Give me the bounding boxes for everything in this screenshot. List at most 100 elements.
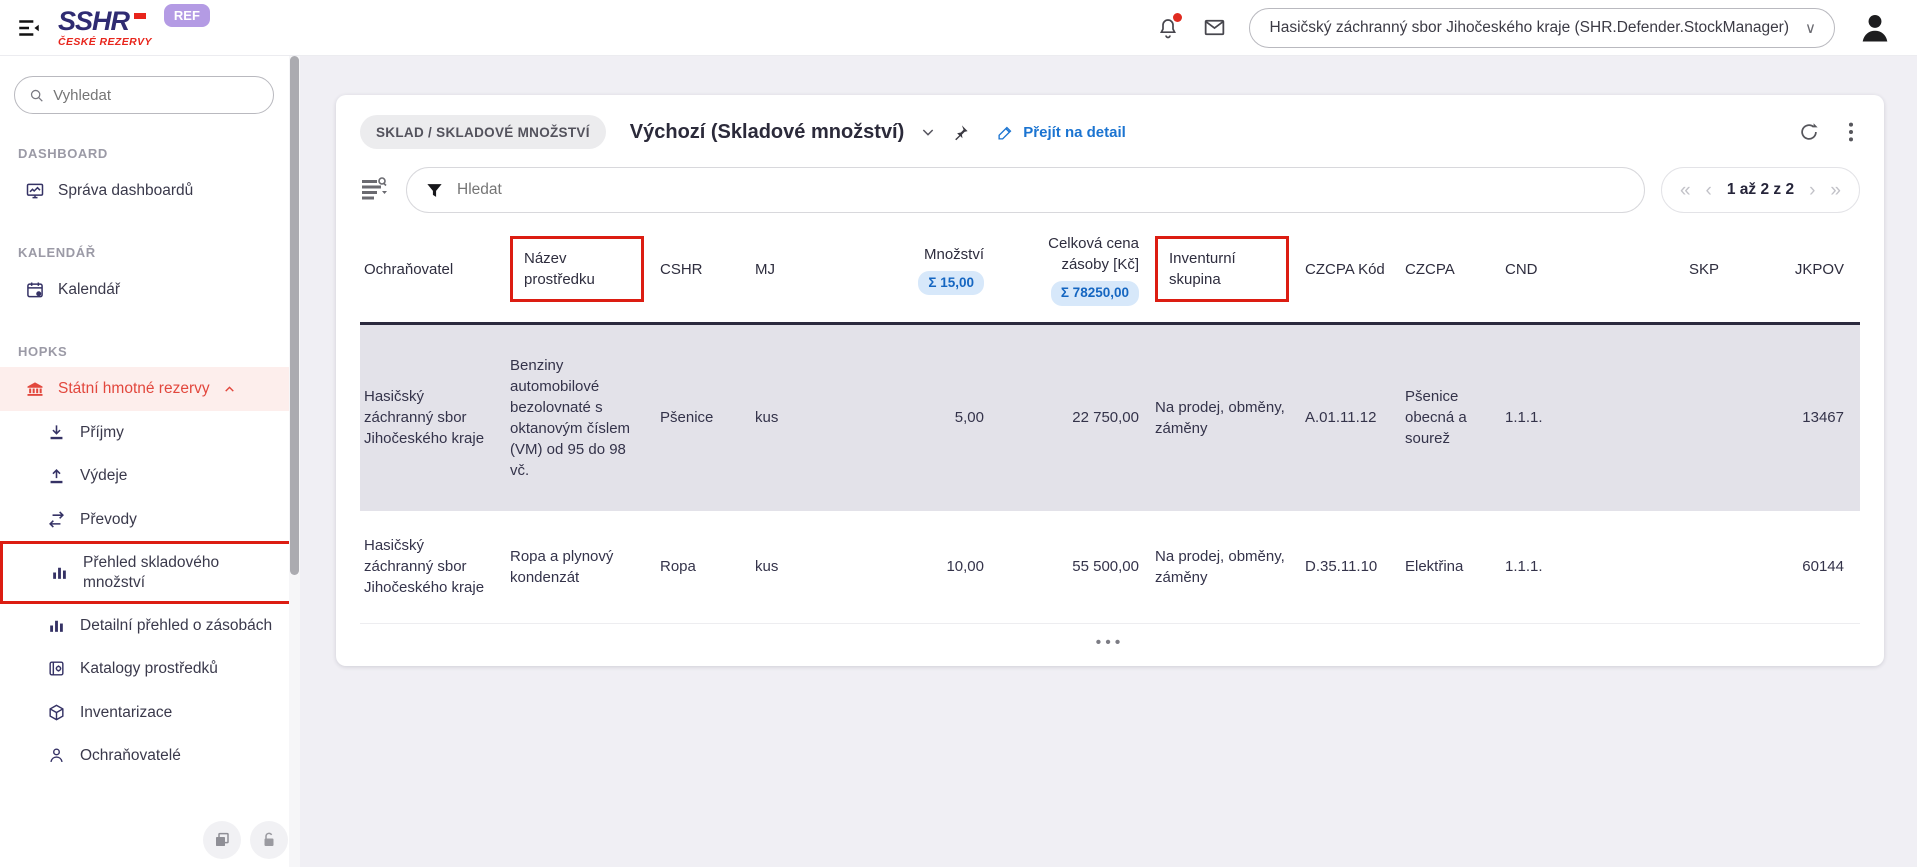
- sidebar-search-input[interactable]: [53, 87, 259, 104]
- pencil-icon: [997, 124, 1014, 141]
- refresh-icon: [1798, 121, 1820, 143]
- sidebar-search[interactable]: [14, 76, 274, 114]
- sidebar-section-kalendar: KALENDÁŘ: [18, 245, 300, 260]
- annotation-box-inventurni-skupina: Inventurní skupina: [1155, 236, 1289, 302]
- sidebar-item-prehled-skladoveho-mnozstvi[interactable]: Přehled skladového množství: [0, 541, 297, 604]
- lock-button[interactable]: [250, 821, 288, 859]
- environment-badge: REF: [164, 4, 210, 27]
- sidebar-item-prijmy[interactable]: Příjmy: [0, 411, 300, 454]
- sidebar-section-hopks: HOPKS: [18, 344, 300, 359]
- more-rows-indicator: •••: [360, 623, 1860, 660]
- chevron-up-icon: [223, 383, 236, 396]
- column-header-czcpa-kod[interactable]: CZCPA Kód: [1305, 259, 1405, 280]
- sidebar-item-vydeje[interactable]: Výdeje: [0, 454, 300, 497]
- go-to-detail-link[interactable]: Přejít na detail: [997, 124, 1126, 141]
- main-content: SKLAD / SKLADOVÉ MNOŽSTVÍ Výchozí (Sklad…: [300, 56, 1917, 867]
- context-role-label: Hasičský záchranný sbor Jihočeského kraj…: [1270, 19, 1789, 37]
- bar-chart-icon: [46, 616, 67, 635]
- notifications-button[interactable]: [1156, 16, 1180, 40]
- sidebar-item-label: Přehled skladového množství: [83, 553, 284, 592]
- pagination-first-button[interactable]: «: [1680, 181, 1691, 200]
- table-search[interactable]: [406, 167, 1645, 213]
- sidebar-item-sprava-dashboardu[interactable]: Správa dashboardů: [0, 169, 300, 213]
- sum-badge-cena: Σ 78250,00: [1051, 281, 1139, 306]
- copy-icon: [213, 831, 231, 849]
- sidebar-item-ochranovatele[interactable]: Ochraňovatelé: [0, 734, 300, 777]
- sidebar-collapse-button[interactable]: [16, 15, 42, 41]
- table-header-row: Ochraňovatel Název prostředku CSHR MJ Mn…: [360, 225, 1860, 325]
- view-selector-button[interactable]: [920, 124, 936, 140]
- pagination-next-button[interactable]: ›: [1809, 181, 1815, 200]
- user-menu-button[interactable]: [1857, 10, 1893, 46]
- pin-icon: [952, 124, 969, 141]
- cell-mj: kus: [755, 407, 835, 428]
- kebab-menu-icon: [1848, 121, 1854, 143]
- sidebar-item-inventarizace[interactable]: Inventarizace: [0, 691, 300, 734]
- column-header-label: Množství: [835, 244, 984, 265]
- notification-dot: [1173, 13, 1182, 22]
- column-header-inventurni-skupina[interactable]: Inventurní skupina: [1155, 236, 1305, 302]
- table-search-input[interactable]: [457, 181, 1626, 199]
- logo-subtitle: ČESKÉ REZERVY: [58, 37, 152, 48]
- column-header-label: Celková cena zásoby [Kč]: [1000, 233, 1139, 275]
- bank-icon: [24, 379, 45, 399]
- more-options-button[interactable]: [1848, 121, 1854, 143]
- sidebar-scrollbar[interactable]: [289, 56, 300, 867]
- breadcrumb[interactable]: SKLAD / SKLADOVÉ MNOŽSTVÍ: [360, 115, 606, 149]
- inventory-box-icon: [46, 703, 67, 722]
- column-header-ochranovatel[interactable]: Ochraňovatel: [360, 259, 510, 280]
- page-title: Výchozí (Skladové množství): [630, 121, 905, 144]
- column-header-czcpa[interactable]: CZCPA: [1405, 259, 1505, 280]
- cell-cena: 22 750,00: [1000, 407, 1155, 428]
- column-header-celkova-cena[interactable]: Celková cena zásoby [Kč] Σ 78250,00: [1000, 233, 1155, 306]
- column-header-jkpov[interactable]: JKPOV: [1735, 259, 1860, 280]
- stock-table: Ochraňovatel Název prostředku CSHR MJ Mn…: [360, 225, 1860, 660]
- column-header-mnozstvi[interactable]: Množství Σ 15,00: [835, 244, 1000, 296]
- sidebar-scrollbar-thumb[interactable]: [290, 56, 299, 575]
- pagination-last-button[interactable]: »: [1830, 181, 1841, 200]
- table-row[interactable]: Hasičský záchranný sbor Jihočeského kraj…: [360, 511, 1860, 623]
- download-tray-icon: [46, 423, 67, 442]
- sidebar-item-label: Ochraňovatelé: [80, 746, 181, 765]
- sidebar-floating-buttons: [203, 821, 288, 859]
- cell-ochranovatel: Hasičský záchranný sbor Jihočeského kraj…: [360, 535, 510, 598]
- copy-button[interactable]: [203, 821, 241, 859]
- cell-cena: 55 500,00: [1000, 556, 1155, 577]
- envelope-icon: [1202, 15, 1227, 40]
- cell-nazev: Benziny automobilové bezolovnaté s oktan…: [510, 355, 660, 481]
- messages-button[interactable]: [1202, 15, 1227, 40]
- sidebar-item-statni-hmotne-rezervy[interactable]: Státní hmotné rezervy: [0, 367, 300, 411]
- cell-jkpov: 13467: [1735, 407, 1860, 428]
- column-header-skp[interactable]: SKP: [1585, 259, 1735, 280]
- column-header-cshr[interactable]: CSHR: [660, 259, 755, 280]
- pagination-prev-button[interactable]: ‹: [1706, 181, 1712, 200]
- table-row[interactable]: Hasičský záchranný sbor Jihočeského kraj…: [360, 325, 1860, 511]
- app-logo: SSHR ČESKÉ REZERVY: [58, 8, 152, 48]
- sidebar-item-kalendar[interactable]: Kalendář: [0, 268, 300, 312]
- sidebar-item-label: Detailní přehled o zásobách: [80, 616, 272, 635]
- sidebar-item-prevody[interactable]: Převody: [0, 498, 300, 541]
- search-icon: [29, 87, 44, 104]
- annotation-box-nazev-prostredku: Název prostředku: [510, 236, 644, 302]
- context-role-selector[interactable]: Hasičský záchranný sbor Jihočeského kraj…: [1249, 8, 1835, 48]
- column-header-mj[interactable]: MJ: [755, 259, 835, 280]
- cell-czcpa: Elektřina: [1405, 556, 1505, 577]
- logo-text: SSHR: [58, 8, 152, 35]
- column-settings-button[interactable]: [360, 176, 390, 204]
- sidebar: DASHBOARD Správa dashboardů KALENDÁŘ Kal…: [0, 56, 300, 867]
- calendar-icon: [24, 280, 45, 300]
- cell-ochranovatel: Hasičský záchranný sbor Jihočeského kraj…: [360, 386, 510, 449]
- column-header-cnd[interactable]: CND: [1505, 259, 1585, 280]
- cell-jkpov: 60144: [1735, 556, 1860, 577]
- sidebar-item-label: Katalogy prostředků: [80, 659, 218, 678]
- sidebar-item-detailni-prehled-o-zasobach[interactable]: Detailní přehled o zásobách: [0, 604, 300, 647]
- column-header-nazev-prostredku[interactable]: Název prostředku: [510, 236, 660, 302]
- sidebar-item-label: Převody: [80, 510, 137, 529]
- sidebar-item-katalogy-prostredku[interactable]: Katalogy prostředků: [0, 647, 300, 690]
- cell-cshr: Pšenice: [660, 407, 755, 428]
- unlock-icon: [260, 831, 278, 849]
- refresh-button[interactable]: [1798, 121, 1820, 143]
- top-bar: SSHR ČESKÉ REZERVY REF Hasičský záchrann…: [0, 0, 1917, 56]
- pin-view-button[interactable]: [952, 124, 969, 141]
- upload-tray-icon: [46, 467, 67, 486]
